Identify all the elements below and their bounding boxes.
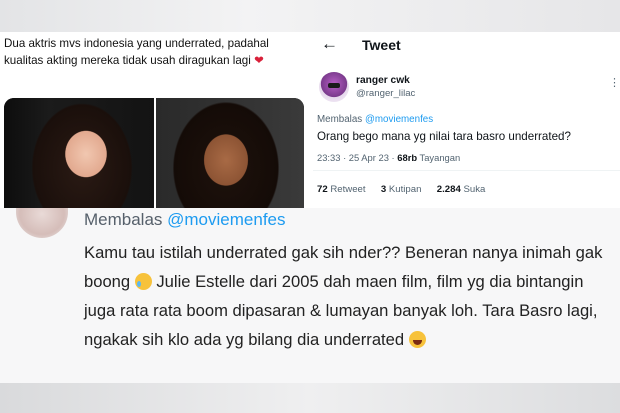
crying-face-icon — [134, 273, 152, 290]
mention-link[interactable]: @moviemenfes — [365, 114, 433, 125]
reply-mention-link[interactable]: @moviemenfes — [167, 210, 285, 229]
display-name[interactable]: ranger cwk — [356, 75, 410, 86]
reply-avatar[interactable] — [16, 208, 68, 238]
page-title: Tweet — [362, 37, 401, 53]
tweet-body: Orang bego mana yg nilai tara basro unde… — [317, 130, 571, 143]
user-handle[interactable]: @ranger_lilac — [356, 88, 415, 99]
laughing-face-icon — [408, 331, 426, 348]
left-tweet-body: Dua aktris mvs indonesia yang underrated… — [4, 37, 269, 67]
back-arrow-icon[interactable]: ← — [321, 34, 338, 54]
tweet-meta: 23:33 · 25 Apr 23 · 68rb Tayangan — [317, 152, 460, 163]
like-count: 2.284 — [436, 184, 461, 195]
avatar-visor — [328, 83, 340, 88]
reply-to-line: Membalas @moviemenfes — [84, 210, 286, 230]
more-options-icon[interactable]: ⋮ — [609, 76, 620, 89]
tweet-timestamp[interactable]: 23:33 · 25 Apr 23 · — [317, 152, 397, 163]
divider — [313, 170, 620, 171]
quote-label: Kutipan — [386, 184, 422, 195]
view-count: 68rb — [397, 152, 418, 163]
replying-to: Membalas @moviemenfes — [317, 114, 433, 125]
zoomed-reply: Membalas @moviemenfes Kamu tau istilah u… — [0, 208, 620, 383]
reply-to-label: Membalas — [84, 210, 168, 229]
left-tweet: Dua aktris mvs indonesia yang underrated… — [0, 32, 313, 208]
tweet-media[interactable] — [4, 98, 304, 208]
avatar[interactable] — [319, 72, 349, 102]
retweet-label: Retweet — [327, 184, 366, 195]
retweet-stat[interactable]: 72 Retweet — [317, 184, 366, 195]
photo-actress-2[interactable] — [156, 98, 304, 208]
top-blur-strip — [0, 0, 620, 32]
tweet-stats: 72 Retweet 3 Kutipan 2.284 Suka — [317, 184, 485, 195]
reply-text: Kamu tau istilah underrated gak sih nder… — [84, 238, 614, 354]
right-tweet: ← Tweet ranger cwk @ranger_lilac ⋮ Memba… — [313, 32, 620, 208]
photo-actress-1[interactable] — [4, 98, 154, 208]
left-tweet-text: Dua aktris mvs indonesia yang underrated… — [4, 36, 304, 69]
retweet-count: 72 — [317, 184, 328, 195]
heart-icon: ❤ — [254, 53, 264, 67]
like-label: Suka — [460, 184, 486, 195]
replying-to-label: Membalas — [317, 114, 363, 125]
like-stat[interactable]: 2.284 Suka — [437, 184, 486, 195]
reply-text-part2: Julie Estelle dari 2005 dah maen film, f… — [84, 272, 598, 349]
quote-stat[interactable]: 3 Kutipan — [381, 184, 422, 195]
bottom-blur-strip — [0, 383, 620, 413]
view-label: Tayangan — [417, 152, 461, 163]
